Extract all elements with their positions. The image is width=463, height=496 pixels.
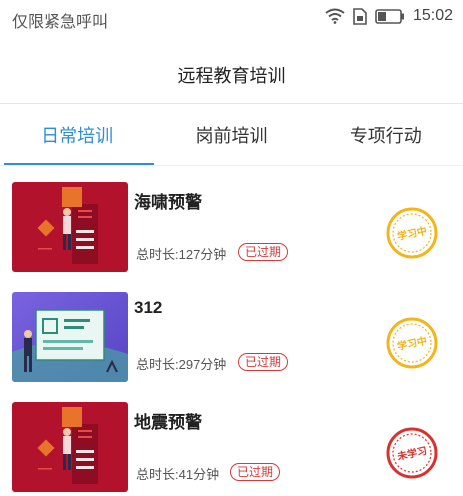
tab-daily-training[interactable]: 日常培训	[0, 104, 155, 166]
in-progress-stamp-icon: 学习中	[386, 317, 438, 369]
expired-badge: 已过期	[238, 353, 289, 371]
course-thumbnail	[12, 182, 128, 272]
tab-bar: 日常培训 岗前培训 专项行动	[0, 104, 463, 166]
course-duration: 总时长:41分钟	[136, 467, 220, 482]
course-title: 海啸预警	[134, 193, 202, 212]
battery-icon	[375, 8, 404, 24]
course-item[interactable]: 312 总时长:297分钟 已过期 学习中	[12, 292, 452, 384]
tab-pre-job-training[interactable]: 岗前培训	[154, 104, 308, 166]
tabs-divider	[0, 165, 463, 166]
tab-special-action[interactable]: 专项行动	[309, 104, 463, 166]
stamp-label: 未学习	[395, 444, 428, 463]
not-started-stamp-icon: 未学习	[386, 427, 438, 479]
in-progress-stamp-icon: 学习中	[386, 207, 438, 259]
course-thumbnail	[12, 292, 128, 382]
course-duration: 总时长:127分钟	[136, 247, 227, 262]
stamp-label: 学习中	[396, 334, 428, 353]
status-bar: 仅限紧急呼叫 15:02	[0, 0, 463, 34]
course-duration: 总时长:297分钟	[136, 357, 227, 372]
wifi-icon	[325, 8, 345, 24]
course-thumbnail	[12, 402, 128, 492]
stamp-label: 学习中	[396, 224, 428, 243]
status-icons: 15:02	[325, 7, 453, 25]
carrier-text: 仅限紧急呼叫	[12, 14, 109, 31]
expired-badge: 已过期	[238, 243, 289, 261]
course-title: 地震预警	[134, 413, 202, 432]
sim-icon	[353, 7, 367, 25]
status-time: 15:02	[412, 7, 453, 24]
course-item[interactable]: 海啸预警 总时长:127分钟 已过期 学习中	[12, 182, 452, 274]
page-title: 远程教育培训	[177, 66, 286, 86]
course-title: 312	[134, 298, 163, 317]
course-item[interactable]: 地震预警 总时长:41分钟 已过期 未学习	[12, 402, 452, 494]
expired-badge: 已过期	[230, 463, 281, 481]
